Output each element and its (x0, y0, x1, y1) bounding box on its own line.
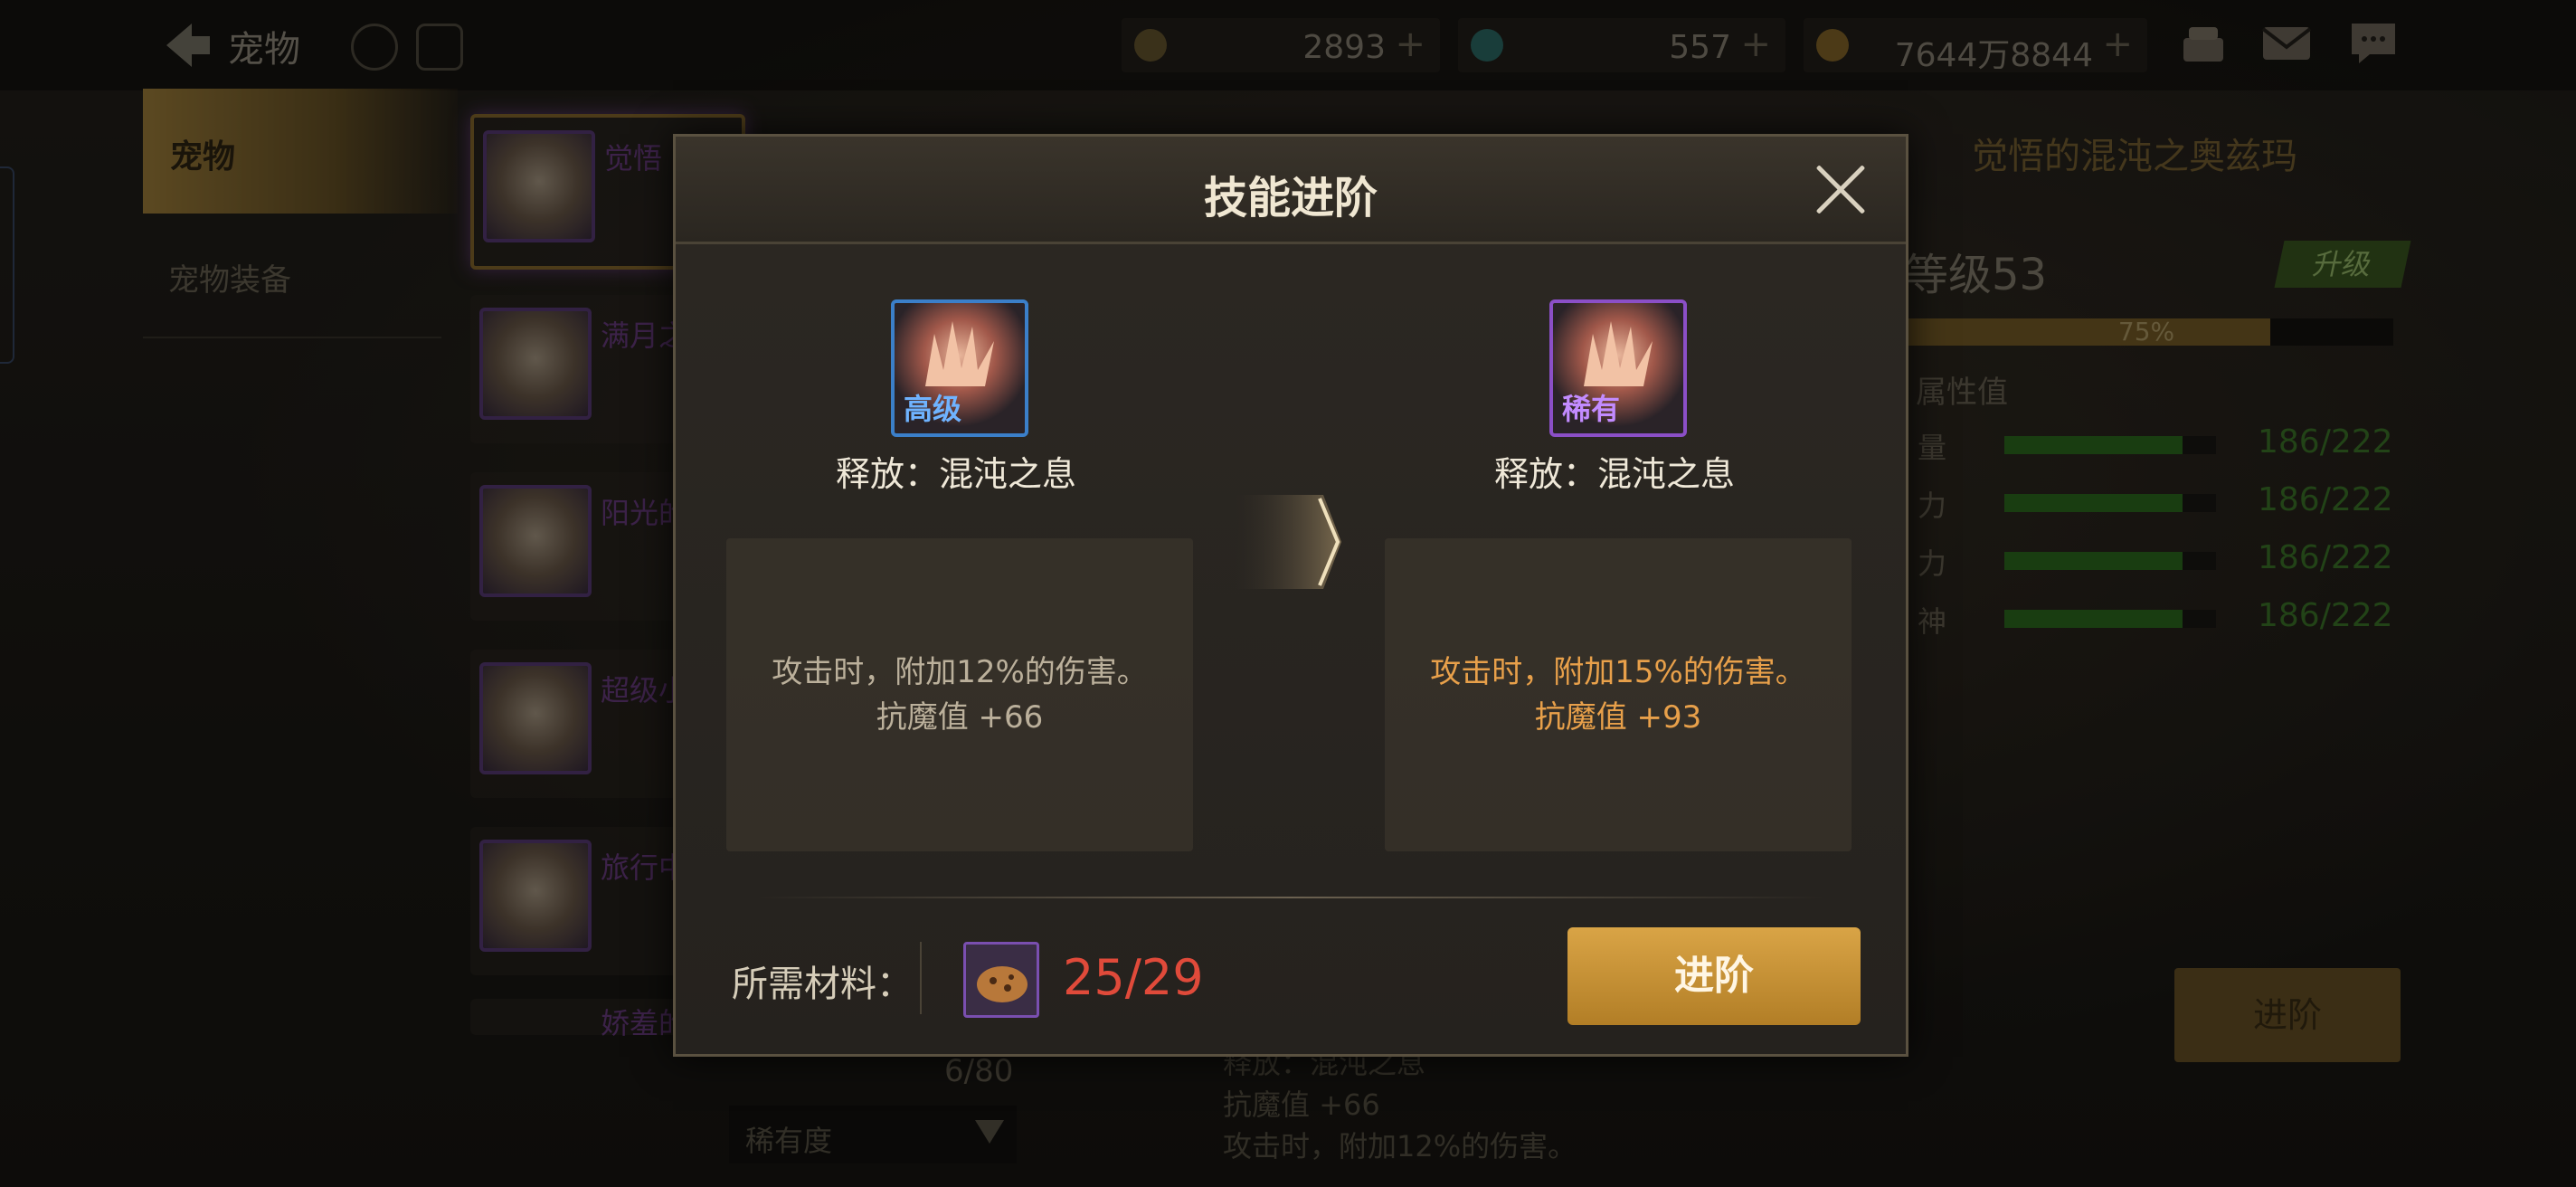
desc-text: 攻击时，附加15%的伤害。 抗魔值 +93 (1385, 538, 1852, 851)
dialog-title: 技能进阶 (1203, 173, 1378, 223)
grade-label: 稀有 (1562, 392, 1621, 426)
skill-advance-dialog: 技能进阶 高级 释放：混沌之息 稀有 释放：混沌之息 攻击时，附加12%的伤害。… (673, 134, 1908, 1057)
arrow-right-icon (1236, 495, 1341, 589)
next-skill-name: 释放：混沌之息 (1493, 454, 1735, 494)
desc-line: 攻击时，附加15%的伤害。 (1430, 654, 1806, 690)
desc-line: 抗魔值 +93 (1534, 699, 1702, 736)
desc-line: 攻击时，附加12%的伤害。 (772, 654, 1148, 690)
dialog-header: 技能进阶 (676, 137, 1906, 244)
close-button[interactable] (1814, 162, 1868, 216)
cookie-material-icon[interactable] (963, 942, 1039, 1018)
material-count: 25/29 (1063, 949, 1204, 1006)
claw-icon (925, 321, 994, 386)
current-skill-name: 释放：混沌之息 (835, 454, 1076, 494)
claw-icon (1584, 321, 1653, 386)
material-label: 所需材料： (732, 964, 913, 1005)
desc-line: 抗魔值 +66 (876, 699, 1044, 736)
grade-label: 高级 (904, 392, 962, 426)
advance-button[interactable]: 进阶 (1567, 927, 1861, 1025)
current-skill-icon: 高级 (891, 299, 1028, 437)
next-skill-desc: 攻击时，附加15%的伤害。 抗魔值 +93 (1385, 538, 1852, 851)
divider (757, 897, 1824, 898)
next-skill-icon: 稀有 (1549, 299, 1687, 437)
desc-text: 攻击时，附加12%的伤害。 抗魔值 +66 (726, 538, 1193, 851)
current-skill-desc: 攻击时，附加12%的伤害。 抗魔值 +66 (726, 538, 1193, 851)
material-separator (920, 942, 922, 1014)
